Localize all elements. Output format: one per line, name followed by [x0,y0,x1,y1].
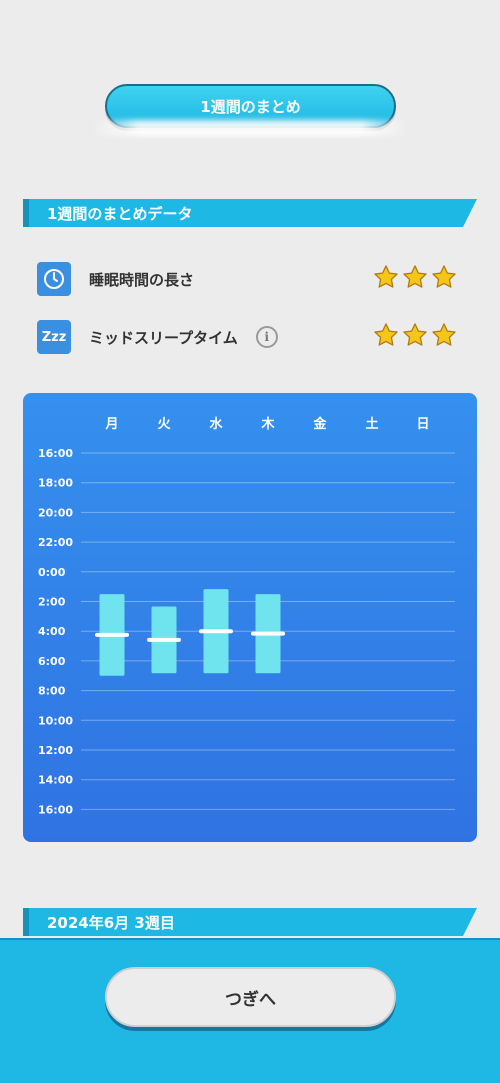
metric-row-midsleep-time: Zzz ミッドスリープタイム i [37,320,457,354]
section-header-label: 1週間のまとめデータ [47,204,193,223]
metric-row-sleep-duration: 睡眠時間の長さ [37,262,457,296]
y-tick-label: 20:00 [38,506,73,519]
weekly-sleep-chart: 月 火 水 木 金 土 日 16:00 18:00 20:00 22:00 0:00 2:00 4:00 6… [23,393,477,842]
y-tick-label: 0:00 [38,566,66,579]
chart-svg: 月 火 水 木 金 土 日 16:00 18:00 20:00 22:00 0:00 2:00 4:00 6… [38,416,455,816]
day-label: 日 [416,417,429,432]
y-tick-label: 6:00 [38,655,66,668]
metric-label: 睡眠時間の長さ [89,270,195,289]
y-tick-label: 10:00 [38,714,73,727]
y-tick-label: 14:00 [38,774,73,787]
midsleep-marker [251,631,285,636]
star-icon [374,323,398,346]
y-tick-label: 18:00 [38,477,73,490]
y-tick-label: 16:00 [38,803,73,816]
blurred-subtitle [90,120,410,136]
midsleep-marker [147,637,181,642]
section-header-week-label: 2024年6月 3週目 [23,908,477,936]
star-icon [403,265,427,288]
y-tick-label: 22:00 [38,536,73,549]
y-tick-label: 2:00 [38,596,66,609]
metric-label: ミッドスリープタイム [89,328,238,347]
info-icon[interactable]: i [255,326,278,348]
day-label: 土 [365,416,378,432]
star-icon [432,323,456,346]
star-rating [373,264,457,290]
star-icon [403,323,427,346]
day-label: 月 [104,417,118,432]
zzz-icon-text: Zzz [41,329,67,345]
y-tick-label: 12:00 [38,744,73,757]
day-label: 水 [209,416,223,432]
star-icon [374,265,398,288]
star-rating [373,322,457,348]
y-tick-label: 16:00 [38,447,73,460]
day-label: 火 [157,417,171,432]
midsleep-marker [199,629,233,634]
y-tick-label: 4:00 [38,625,66,638]
section-header-weekly-data: 1週間のまとめデータ [23,199,477,227]
next-button[interactable]: つぎへ [105,967,396,1027]
zzz-icon: Zzz [37,320,71,354]
midsleep-marker [95,632,129,637]
y-tick-label: 8:00 [38,685,66,698]
day-label: 木 [260,416,275,432]
star-icon [432,265,456,288]
day-label: 金 [312,416,327,432]
clock-icon [37,262,71,296]
section-header-label: 2024年6月 3週目 [47,913,175,932]
